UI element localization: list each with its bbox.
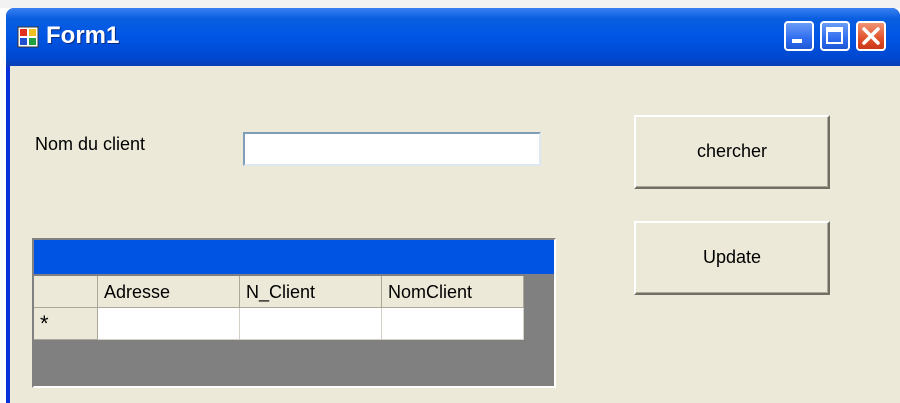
form1-window: Form1 Nom du client chercher Update Adre… [6,8,900,403]
column-header-adresse[interactable]: Adresse [98,276,240,308]
title-bar[interactable]: Form1 [6,8,900,66]
column-header-n-client[interactable]: N_Client [240,276,382,308]
maximize-button[interactable] [820,21,850,51]
minimize-button[interactable] [784,21,814,51]
desktop-background [0,0,900,8]
close-icon [862,27,880,45]
app-icon [17,26,39,48]
new-row-header[interactable]: * [34,308,98,340]
search-button[interactable]: chercher [634,115,830,189]
maximize-icon [826,27,843,44]
update-button[interactable]: Update [634,221,830,295]
client-name-label: Nom du client [35,134,146,154]
data-grid[interactable]: Adresse N_Client NomClient * [32,238,556,388]
grid-cell-adresse[interactable] [98,308,240,340]
close-button[interactable] [856,21,886,51]
window-title: Form1 [46,22,120,49]
grid-cell-n-client[interactable] [240,308,382,340]
client-name-input[interactable] [243,132,541,166]
minimize-icon [792,39,802,43]
grid-corner-header[interactable] [34,276,98,308]
form-client-area: Nom du client chercher Update Adresse N_… [10,66,900,403]
grid-cell-nomclient[interactable] [382,308,524,340]
column-header-nomclient[interactable]: NomClient [382,276,524,308]
grid-caption-bar [34,240,554,274]
